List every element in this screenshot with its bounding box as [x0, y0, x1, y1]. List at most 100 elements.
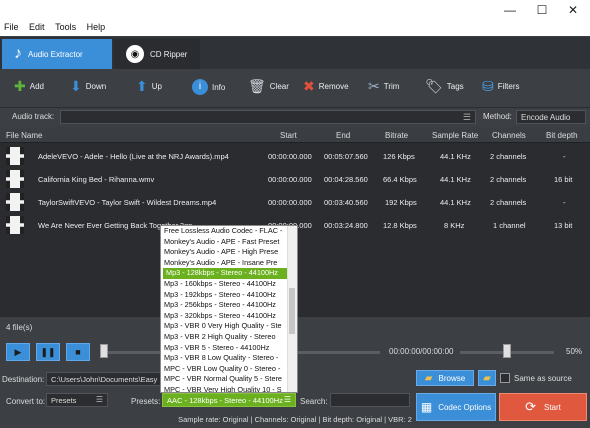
filter-icon: ⛁: [482, 78, 494, 94]
search-label: Search:: [300, 397, 328, 406]
preset-option[interactable]: MPC - VBR Low Quality 0 - Stereo -: [161, 364, 297, 375]
play-icon: ▶: [14, 347, 22, 357]
col-start[interactable]: Start: [280, 131, 297, 140]
cell-channels: 2 channels: [490, 198, 527, 207]
search-input[interactable]: [330, 393, 410, 407]
minimize-button[interactable]: —: [500, 3, 520, 17]
col-bitrate[interactable]: Bitrate: [385, 131, 408, 140]
col-bit-depth[interactable]: Bit depth: [546, 131, 578, 140]
col-end[interactable]: End: [336, 131, 350, 140]
trim-button[interactable]: ✂ Trim: [368, 79, 399, 93]
status-bar: Sample rate: Original | Channels: Origin…: [0, 413, 590, 428]
play-button[interactable]: ▶: [6, 343, 30, 361]
convert-to-label: Convert to:: [6, 397, 46, 406]
preset-option[interactable]: Monkey's Audio - APE - High Prese: [161, 247, 297, 258]
arrow-up-icon: ⬆: [136, 78, 148, 94]
presets-dropdown-list[interactable]: Free Lossless Audio Codec - FLAC - Monkey…: [160, 225, 298, 393]
maximize-button[interactable]: ☐: [532, 3, 552, 17]
dropdown-scroll-thumb[interactable]: [289, 288, 295, 334]
info-label: Info: [212, 82, 226, 92]
down-label: Down: [85, 81, 107, 91]
destination-path: C:\Users\John\Documents\Easy: [51, 375, 158, 384]
preset-option[interactable]: Free Lossless Audio Codec - FLAC -: [161, 226, 297, 237]
title-bar: — ☐ ✕: [0, 0, 590, 20]
down-button[interactable]: ⬇ Down: [70, 79, 106, 93]
cell-bitrate: 192 Kbps: [385, 198, 417, 207]
table-row[interactable]: TaylorSwiftVEVO - Taylor Swift - Wildest…: [0, 191, 590, 213]
video-file-icon: [6, 216, 24, 234]
tab-cd-ripper[interactable]: ◉ CD Ripper: [114, 39, 200, 69]
cell-sample-rate: 44.1 KHz: [440, 198, 471, 207]
playback-time: 00:00:00/00:00:00: [389, 347, 454, 356]
tab-label: Audio Extractor: [28, 49, 83, 59]
up-button[interactable]: ⬆ Up: [136, 79, 162, 93]
clear-button[interactable]: 🗑 Clear: [248, 79, 289, 93]
open-folder-button[interactable]: ▰: [478, 370, 496, 386]
tags-button[interactable]: 🏷 Tags: [425, 79, 464, 93]
folder-icon: ▰: [424, 372, 433, 384]
preset-option[interactable]: Mp3 - 320kbps - Stereo - 44100Hz: [161, 311, 297, 322]
stop-button[interactable]: ■: [66, 343, 90, 361]
presets-select[interactable]: AAC - 128kbps - Stereo - 44100Hz ☰: [162, 393, 296, 407]
preset-option[interactable]: Mp3 - VBR 5 - Stereo - 44100Hz: [161, 343, 297, 354]
preset-option[interactable]: Mp3 - 160kbps - Stereo - 44100Hz: [161, 279, 297, 290]
cell-bit-depth: 16 bit: [554, 175, 573, 184]
convert-to-select[interactable]: Presets ☰: [46, 393, 108, 407]
audio-track-select[interactable]: ☰: [60, 110, 476, 124]
table-row[interactable]: California King Bed - Rihanna.wmv 00:00:…: [0, 168, 590, 190]
preset-option[interactable]: Monkey's Audio - APE - Insane Pre: [161, 258, 297, 269]
menu-file[interactable]: File: [0, 20, 23, 34]
filters-button[interactable]: ⛁ Filters: [482, 79, 520, 93]
preset-options: Free Lossless Audio Codec - FLAC - Monkey…: [161, 226, 297, 392]
cell-bitrate: 66.4 Kbps: [383, 175, 417, 184]
preset-option[interactable]: Mp3 - VBR 0 Very High Quality - Ste: [161, 321, 297, 332]
preset-option[interactable]: Mp3 - VBR 2 High Quality - Stereo: [161, 332, 297, 343]
remove-button[interactable]: ✖ Remove: [303, 79, 349, 93]
same-as-source-checkbox[interactable]: [500, 373, 510, 383]
preset-option[interactable]: Mp3 - 256kbps - Stereo - 44100Hz: [161, 300, 297, 311]
method-select[interactable]: Encode Audio: [516, 110, 586, 124]
menu-edit[interactable]: Edit: [25, 20, 49, 34]
seek-thumb[interactable]: [100, 344, 108, 358]
trash-icon: 🗑: [248, 78, 266, 94]
cell-bitrate: 12.8 Kbps: [383, 221, 417, 230]
add-button[interactable]: ✚ Add: [14, 79, 44, 93]
col-file-name[interactable]: File Name: [6, 131, 42, 140]
preset-option[interactable]: Mp3 - VBR 8 Low Quality - Stereo -: [161, 353, 297, 364]
audio-track-label: Audio track:: [12, 112, 55, 121]
scissors-icon: ✂: [368, 78, 380, 94]
remove-label: Remove: [318, 81, 349, 91]
status-text: Sample rate: Original | Channels: Origin…: [178, 415, 412, 424]
video-file-icon: [6, 147, 24, 165]
browse-button[interactable]: ▰ Browse: [416, 370, 474, 386]
table-header: File Name Start End Bitrate Sample Rate …: [0, 127, 590, 143]
pause-button[interactable]: ❚❚: [36, 343, 60, 361]
col-sample-rate[interactable]: Sample Rate: [432, 131, 478, 140]
preset-option[interactable]: Mp3 - 192kbps - Stereo - 44100Hz: [161, 290, 297, 301]
codec-icon: ▦: [420, 400, 433, 414]
table-row[interactable]: AdeleVEVO - Adele - Hello (Live at the N…: [0, 145, 590, 167]
info-button[interactable]: i Info: [192, 79, 225, 95]
info-icon: i: [192, 79, 208, 95]
tags-label: Tags: [446, 81, 464, 91]
close-button[interactable]: ✕: [563, 3, 583, 17]
menu-tools[interactable]: Tools: [51, 20, 80, 34]
preset-option[interactable]: MPC - VBR Very High Quality 10 - S: [161, 385, 297, 392]
cell-start: 00:00:00.000: [268, 175, 312, 184]
preset-option[interactable]: MPC - VBR Normal Quality 5 - Stere: [161, 374, 297, 385]
folder-open-icon: ▰: [483, 372, 491, 384]
cell-bit-depth: 13 bit: [554, 221, 573, 230]
col-channels[interactable]: Channels: [492, 131, 526, 140]
table-scrollbar[interactable]: [578, 143, 588, 317]
tab-audio-extractor[interactable]: ♪ Audio Extractor: [2, 39, 112, 69]
cell-start: 00:00:00.000: [268, 198, 312, 207]
cell-name: TaylorSwiftVEVO - Taylor Swift - Wildest…: [38, 198, 217, 207]
menu-help[interactable]: Help: [83, 20, 110, 34]
volume-thumb[interactable]: [503, 344, 511, 358]
same-as-source-label: Same as source: [514, 374, 572, 383]
cell-end: 00:05:07.560: [324, 152, 368, 161]
preset-option[interactable]: Monkey's Audio - APE - Fast Preset: [161, 237, 297, 248]
cell-name: California King Bed - Rihanna.wmv: [38, 175, 155, 184]
arrow-down-icon: ⬇: [70, 78, 82, 94]
preset-option[interactable]: Mp3 - 128kbps - Stereo - 44100Hz: [163, 268, 297, 279]
